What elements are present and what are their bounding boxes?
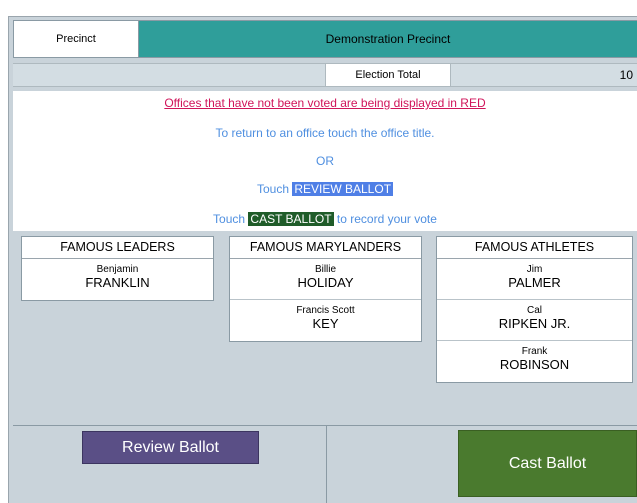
candidate-last-name: RIPKEN JR. <box>498 316 571 331</box>
or-text: OR <box>316 154 334 168</box>
candidate-first-name: Jim <box>526 264 543 275</box>
candidate-last-name: KEY <box>312 316 339 331</box>
contest-famous-marylanders: FAMOUS MARYLANDERS Billie HOLIDAY Franci… <box>229 236 422 342</box>
contest-famous-leaders: FAMOUS LEADERS Benjamin FRANKLIN <box>21 236 214 301</box>
candidate-selection[interactable]: Billie HOLIDAY <box>230 259 421 300</box>
action-bar-divider <box>326 426 327 503</box>
candidate-selection[interactable]: Cal RIPKEN JR. <box>437 300 632 341</box>
candidate-selection[interactable]: Jim PALMER <box>437 259 632 300</box>
unvoted-warning: Offices that have not been voted are bei… <box>164 96 486 110</box>
precinct-name: Demonstration Precinct <box>139 20 637 58</box>
candidate-last-name: HOLIDAY <box>297 275 354 290</box>
candidate-last-name: PALMER <box>508 275 561 290</box>
candidate-last-name: ROBINSON <box>499 357 570 372</box>
candidate-first-name: Cal <box>526 305 542 316</box>
candidate-first-name: Billie <box>314 264 337 275</box>
candidate-first-name: Benjamin <box>96 264 139 275</box>
candidate-selection[interactable]: Benjamin FRANKLIN <box>22 259 213 300</box>
candidate-first-name: Frank <box>521 346 548 357</box>
contest-title[interactable]: FAMOUS MARYLANDERS <box>230 237 421 259</box>
precinct-header: Precinct Demonstration Precinct <box>13 20 637 58</box>
review-instruction: Touch REVIEW BALLOT <box>13 182 637 196</box>
return-instruction: To return to an office touch the office … <box>215 126 435 140</box>
instructions-panel: Offices that have not been voted are bei… <box>13 91 637 231</box>
cast-instruction: Touch CAST BALLOT to record your vote <box>13 212 637 226</box>
cast-instruction-prefix: Touch <box>213 212 249 226</box>
candidate-first-name: Francis Scott <box>296 305 355 316</box>
candidate-selection[interactable]: Frank ROBINSON <box>437 341 632 382</box>
review-ballot-button[interactable]: Review Ballot <box>82 431 259 464</box>
contest-famous-athletes: FAMOUS ATHLETES Jim PALMER Cal RIPKEN JR… <box>436 236 633 383</box>
cast-instruction-suffix: to record your vote <box>333 212 437 226</box>
election-total-label: Election Total <box>325 64 451 86</box>
contest-title[interactable]: FAMOUS LEADERS <box>22 237 213 259</box>
contest-title[interactable]: FAMOUS ATHLETES <box>437 237 632 259</box>
cast-ballot-button[interactable]: Cast Ballot <box>458 430 637 497</box>
precinct-label: Precinct <box>13 20 139 58</box>
review-instruction-prefix: Touch <box>256 182 293 196</box>
election-total-row: Election Total 10 <box>13 63 637 87</box>
election-total-value: 10 <box>619 68 633 82</box>
action-bar: Review Ballot Cast Ballot <box>13 425 637 503</box>
review-ballot-highlight: REVIEW BALLOT <box>292 182 394 196</box>
candidate-last-name: FRANKLIN <box>85 275 150 290</box>
candidate-selection[interactable]: Francis Scott KEY <box>230 300 421 341</box>
cast-ballot-highlight: CAST BALLOT <box>248 212 334 226</box>
